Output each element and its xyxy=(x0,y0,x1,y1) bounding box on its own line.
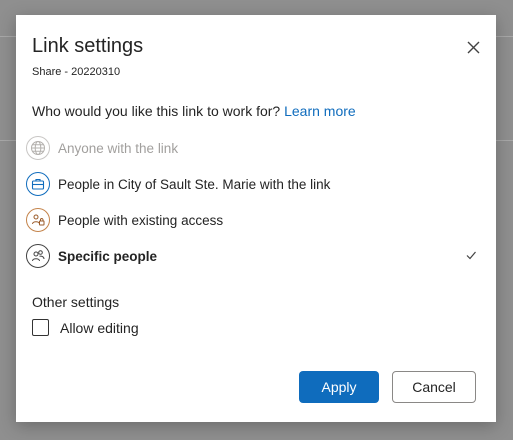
globe-icon xyxy=(26,136,50,160)
other-settings-heading: Other settings xyxy=(32,294,120,310)
option-anyone-with-link[interactable]: Anyone with the link xyxy=(24,132,488,164)
allow-editing-label: Allow editing xyxy=(60,319,139,336)
close-icon xyxy=(467,41,479,53)
option-label: People with existing access xyxy=(58,212,224,228)
allow-editing-row[interactable]: Allow editing xyxy=(32,319,139,336)
option-label: Anyone with the link xyxy=(58,140,179,156)
close-button[interactable] xyxy=(460,34,486,60)
people-lock-icon xyxy=(26,208,50,232)
cancel-button[interactable]: Cancel xyxy=(392,371,476,403)
checkmark-icon xyxy=(466,251,476,260)
question-text: Who would you like this link to work for… xyxy=(32,103,281,119)
apply-button[interactable]: Apply xyxy=(299,371,379,403)
option-label: People in City of Sault Ste. Marie with … xyxy=(58,176,331,192)
option-people-with-existing-access[interactable]: People with existing access xyxy=(24,204,488,236)
dialog-title: Link settings xyxy=(32,35,144,57)
learn-more-link[interactable]: Learn more xyxy=(284,103,356,119)
link-scope-question: Who would you like this link to work for… xyxy=(32,103,356,119)
dialog-subtitle: Share - 20220310 xyxy=(32,66,121,78)
briefcase-icon xyxy=(26,172,50,196)
option-people-in-organization[interactable]: People in City of Sault Ste. Marie with … xyxy=(24,168,488,200)
option-specific-people[interactable]: Specific people xyxy=(24,240,488,272)
allow-editing-checkbox[interactable] xyxy=(32,319,49,336)
option-label: Specific people xyxy=(58,248,158,264)
people-icon xyxy=(26,244,50,268)
link-settings-dialog: Link settings Share - 20220310 Who would… xyxy=(16,15,496,422)
